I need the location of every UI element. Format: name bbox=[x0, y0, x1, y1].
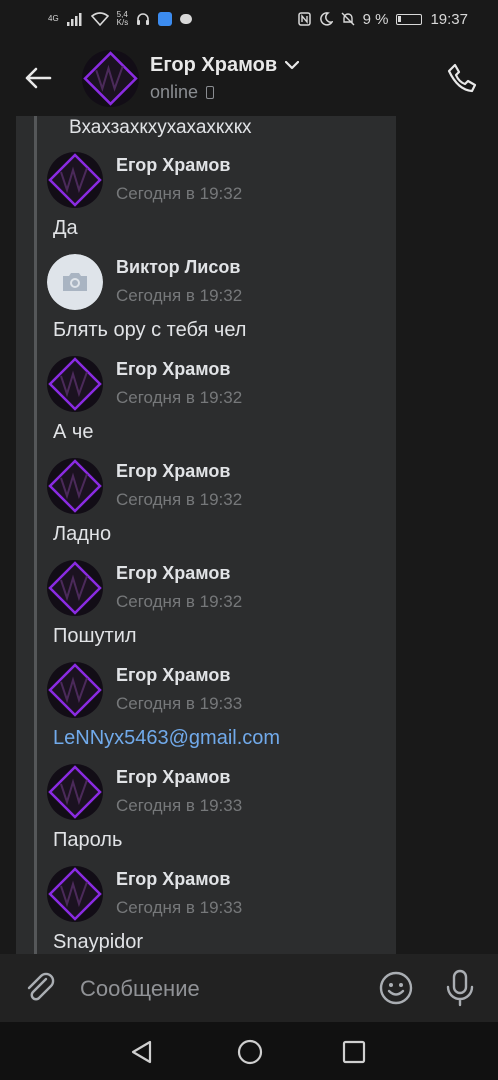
system-nav-bar bbox=[0, 1022, 498, 1080]
speed-unit: K/s bbox=[116, 18, 129, 27]
attach-button[interactable] bbox=[22, 970, 58, 1006]
signal-icon bbox=[66, 12, 82, 26]
nav-back-button[interactable] bbox=[128, 1038, 156, 1066]
message-input[interactable] bbox=[78, 968, 362, 1010]
network-label: 4G bbox=[48, 14, 59, 23]
sender-avatar[interactable] bbox=[47, 662, 103, 718]
circle-home-icon bbox=[237, 1039, 263, 1065]
message-time: Сегодня в 19:32 bbox=[116, 592, 243, 611]
paperclip-icon bbox=[27, 972, 55, 1001]
chevron-down-icon bbox=[285, 61, 300, 70]
back-button[interactable] bbox=[22, 62, 54, 94]
call-button[interactable] bbox=[444, 60, 480, 96]
sender-name[interactable]: Виктор Лисов bbox=[116, 257, 240, 278]
message-row[interactable]: Виктор Лисов Сегодня в 19:32 Блять ору с т… bbox=[16, 254, 396, 356]
contact-name[interactable]: Егор Храмов bbox=[150, 54, 300, 77]
sender-avatar[interactable] bbox=[47, 254, 103, 310]
smile-icon bbox=[379, 971, 413, 1005]
message-time: Сегодня в 19:33 bbox=[116, 694, 243, 713]
message-row[interactable]: Егор Храмов Сегодня в 19:32 Пошутил bbox=[16, 560, 396, 662]
microphone-icon bbox=[446, 969, 474, 1007]
status-bar-left: 4G 5,4 K/s bbox=[48, 11, 193, 27]
arrow-left-icon bbox=[25, 67, 52, 89]
chat-area[interactable]: Вхахзахкхухахахкхкх Егор Храмов Сегодня в… bbox=[0, 116, 498, 954]
sender-name[interactable]: Егор Храмов bbox=[116, 155, 230, 176]
message-time: Сегодня в 19:33 bbox=[116, 796, 243, 815]
message-row[interactable]: Егор Храмов Сегодня в 19:33 Snaypidor bbox=[16, 866, 396, 954]
sender-name[interactable]: Егор Храмов bbox=[116, 665, 230, 686]
shield-icon bbox=[158, 12, 173, 26]
message-text: Пароль bbox=[53, 829, 123, 851]
message-text: Пошутил bbox=[53, 625, 137, 647]
phone-icon bbox=[447, 63, 477, 93]
status-bar-right: 9 % 19:37 bbox=[297, 10, 468, 28]
status-bar: 4G 5,4 K/s 9 % 19:37 bbox=[0, 0, 498, 38]
camera-placeholder bbox=[47, 254, 103, 310]
message-time: Сегодня в 19:33 bbox=[116, 898, 243, 917]
sender-name[interactable]: Егор Храмов bbox=[116, 869, 230, 890]
message-row[interactable]: Егор Храмов Сегодня в 19:32 Ладно bbox=[16, 458, 396, 560]
message-row[interactable]: Егор Храмов Сегодня в 19:32 Да bbox=[16, 152, 396, 254]
message-time: Сегодня в 19:32 bbox=[116, 286, 243, 305]
message-text: А че bbox=[53, 421, 94, 443]
message-text: Блять ору с тебя чел bbox=[53, 319, 247, 341]
sender-avatar[interactable] bbox=[47, 152, 103, 208]
message-row[interactable]: Егор Храмов Сегодня в 19:33 LeNNyx5463@gma… bbox=[16, 662, 396, 764]
nav-recents-button[interactable] bbox=[341, 1039, 367, 1065]
message-row[interactable]: Егор Храмов Сегодня в 19:32 А че bbox=[16, 356, 396, 458]
camera-icon bbox=[63, 273, 87, 291]
chat-header: Егор Храмов online bbox=[0, 38, 498, 116]
battery-percent: 9 % bbox=[362, 10, 389, 28]
sender-avatar[interactable] bbox=[47, 458, 103, 514]
message-link[interactable]: LeNNyx5463@gmail.com bbox=[53, 727, 280, 750]
sender-name[interactable]: Егор Храмов bbox=[116, 767, 230, 788]
sender-avatar[interactable] bbox=[47, 866, 103, 922]
square-recents-icon bbox=[342, 1040, 366, 1064]
moon-icon bbox=[319, 12, 333, 26]
network-type: 4G bbox=[48, 15, 59, 23]
sender-name[interactable]: Егор Храмов bbox=[116, 461, 230, 482]
nav-home-button[interactable] bbox=[236, 1038, 264, 1066]
message-text: Ладно bbox=[53, 523, 112, 545]
message-composer bbox=[0, 954, 498, 1022]
sender-name[interactable]: Егор Храмов bbox=[116, 563, 230, 584]
message-text: Snaypidor bbox=[53, 931, 144, 953]
contact-name-text: Егор Храмов bbox=[150, 54, 278, 76]
mobile-device-icon bbox=[206, 86, 215, 99]
emoji-button[interactable] bbox=[378, 970, 414, 1006]
message-text: Вхахзахкхухахахкхкх bbox=[69, 117, 252, 138]
sender-name[interactable]: Егор Храмов bbox=[116, 359, 230, 380]
chat-bubble-icon bbox=[180, 14, 193, 24]
forwarded-messages-block[interactable]: Вхахзахкхухахахкхкх Егор Храмов Сегодня в… bbox=[16, 116, 396, 954]
sender-avatar[interactable] bbox=[47, 560, 103, 616]
data-speed: 5,4 K/s bbox=[117, 11, 129, 27]
wifi-icon bbox=[90, 12, 109, 26]
message-time: Сегодня в 19:32 bbox=[116, 388, 243, 407]
battery-icon bbox=[396, 13, 423, 25]
sender-avatar[interactable] bbox=[47, 764, 103, 820]
contact-avatar[interactable] bbox=[82, 50, 139, 107]
sender-avatar[interactable] bbox=[47, 356, 103, 412]
contact-status-text: online bbox=[150, 82, 199, 102]
triangle-back-icon bbox=[131, 1040, 152, 1064]
message-time: Сегодня в 19:32 bbox=[116, 184, 243, 203]
contact-status: online bbox=[150, 82, 215, 103]
bell-off-icon bbox=[341, 12, 355, 26]
headset-icon bbox=[137, 13, 150, 25]
message-text: Да bbox=[53, 217, 78, 239]
message-time: Сегодня в 19:32 bbox=[116, 490, 243, 509]
clock: 19:37 bbox=[430, 10, 468, 28]
nfc-icon bbox=[297, 12, 311, 26]
message-row[interactable]: Егор Храмов Сегодня в 19:33 Пароль bbox=[16, 764, 396, 866]
voice-message-button[interactable] bbox=[442, 968, 478, 1008]
